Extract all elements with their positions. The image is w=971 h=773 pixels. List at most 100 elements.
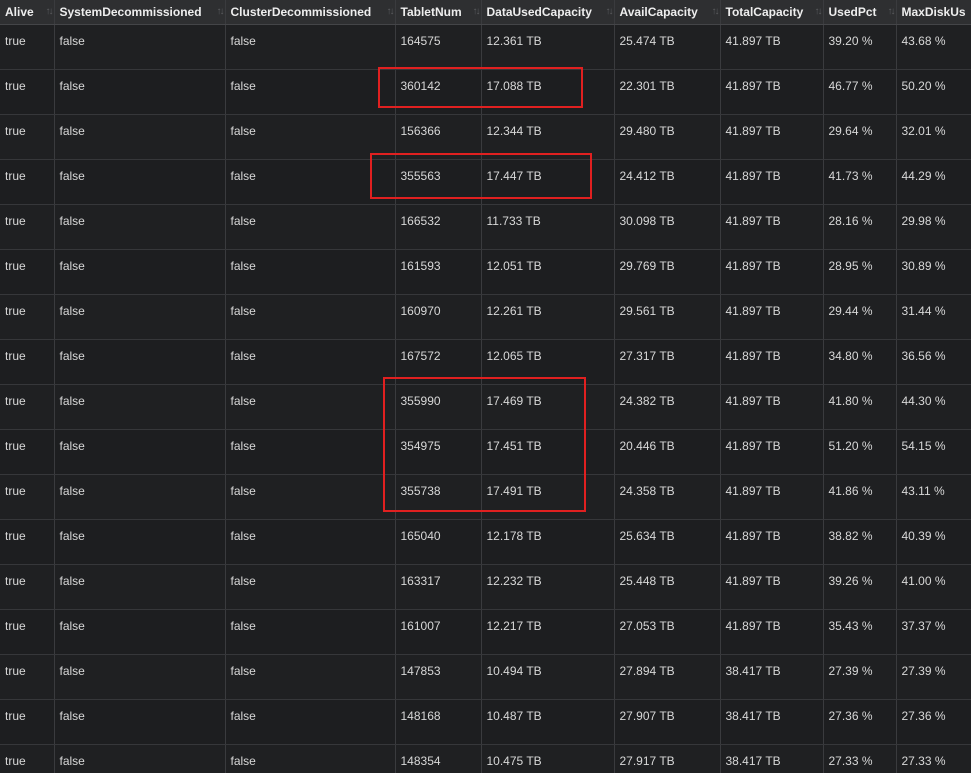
- data-used-capacity-cell: 17.469 TB: [481, 384, 615, 430]
- data-used-capacity-cell: 12.261 TB: [481, 294, 615, 340]
- used-pct-cell: 35.43 %: [823, 609, 897, 655]
- table-row[interactable]: true false false 148168 10.487 TB 27.907 TB 38…: [0, 699, 971, 745]
- tablet-num-cell: 165040: [395, 519, 482, 565]
- used-pct-cell: 46.77 %: [823, 69, 897, 115]
- column-header-used-pct[interactable]: UsedPct ↑↓: [823, 0, 897, 25]
- max-disk-used-cell: 27.33 %: [896, 744, 971, 773]
- alive-cell: true: [0, 159, 55, 205]
- table-row[interactable]: true false false 166532 11.733 TB 30.098 TB 41…: [0, 204, 971, 250]
- column-label: Alive: [5, 5, 34, 19]
- total-capacity-cell: 38.417 TB: [720, 744, 824, 773]
- alive-cell: true: [0, 654, 55, 700]
- total-capacity-cell: 41.897 TB: [720, 519, 824, 565]
- alive-cell: true: [0, 609, 55, 655]
- column-header-avail-capacity[interactable]: AvailCapacity ↑↓: [614, 0, 721, 25]
- table-row[interactable]: true false false 147853 10.494 TB 27.894 TB 38…: [0, 654, 971, 700]
- cluster-decommissioned-cell: false: [225, 474, 396, 520]
- data-used-capacity-cell: 17.447 TB: [481, 159, 615, 205]
- table-row[interactable]: true false false 354975 17.451 TB 20.446 TB 41…: [0, 429, 971, 475]
- tablet-num-cell: 161593: [395, 249, 482, 295]
- table-row[interactable]: true false false 360142 17.088 TB 22.301 TB 41…: [0, 69, 971, 115]
- column-header-data-used-capacity[interactable]: DataUsedCapacity ↑↓: [481, 0, 615, 25]
- sort-arrows-icon[interactable]: ↑↓: [606, 6, 614, 17]
- alive-cell: true: [0, 384, 55, 430]
- used-pct-cell: 41.80 %: [823, 384, 897, 430]
- table-row[interactable]: true false false 160970 12.261 TB 29.561 TB 41…: [0, 294, 971, 340]
- alive-cell: true: [0, 519, 55, 565]
- sort-arrows-icon[interactable]: ↑↓: [473, 6, 481, 17]
- sort-arrows-icon[interactable]: ↑↓: [815, 6, 823, 17]
- cluster-decommissioned-cell: false: [225, 24, 396, 70]
- table-row[interactable]: true false false 355990 17.469 TB 24.382 TB 41…: [0, 384, 971, 430]
- table-row[interactable]: true false false 167572 12.065 TB 27.317 TB 41…: [0, 339, 971, 385]
- table-row[interactable]: true false false 161007 12.217 TB 27.053 TB 41…: [0, 609, 971, 655]
- column-header-max-disk-used[interactable]: MaxDiskUs: [896, 0, 971, 25]
- max-disk-used-cell: 54.15 %: [896, 429, 971, 475]
- table-row[interactable]: true false false 163317 12.232 TB 25.448 TB 41…: [0, 564, 971, 610]
- table-row[interactable]: true false false 161593 12.051 TB 29.769 TB 41…: [0, 249, 971, 295]
- cluster-decommissioned-cell: false: [225, 204, 396, 250]
- avail-capacity-cell: 29.480 TB: [614, 114, 721, 160]
- alive-cell: true: [0, 744, 55, 773]
- system-decommissioned-cell: false: [54, 744, 226, 773]
- table-row[interactable]: true false false 355563 17.447 TB 24.412 TB 41…: [0, 159, 971, 205]
- table-row[interactable]: true false false 165040 12.178 TB 25.634 TB 41…: [0, 519, 971, 565]
- avail-capacity-cell: 27.917 TB: [614, 744, 721, 773]
- max-disk-used-cell: 29.98 %: [896, 204, 971, 250]
- used-pct-cell: 34.80 %: [823, 339, 897, 385]
- system-decommissioned-cell: false: [54, 24, 226, 70]
- column-label: DataUsedCapacity: [486, 5, 592, 19]
- used-pct-cell: 29.44 %: [823, 294, 897, 340]
- tablet-num-cell: 354975: [395, 429, 482, 475]
- avail-capacity-cell: 25.634 TB: [614, 519, 721, 565]
- max-disk-used-cell: 27.36 %: [896, 699, 971, 745]
- avail-capacity-cell: 24.382 TB: [614, 384, 721, 430]
- max-disk-used-cell: 43.68 %: [896, 24, 971, 70]
- column-header-tablet-num[interactable]: TabletNum ↑↓: [395, 0, 482, 25]
- max-disk-used-cell: 44.29 %: [896, 159, 971, 205]
- used-pct-cell: 41.86 %: [823, 474, 897, 520]
- column-header-alive[interactable]: Alive ↑↓: [0, 0, 55, 25]
- max-disk-used-cell: 44.30 %: [896, 384, 971, 430]
- data-used-capacity-cell: 12.065 TB: [481, 339, 615, 385]
- total-capacity-cell: 41.897 TB: [720, 609, 824, 655]
- total-capacity-cell: 41.897 TB: [720, 564, 824, 610]
- column-label: TotalCapacity: [725, 5, 804, 19]
- total-capacity-cell: 41.897 TB: [720, 384, 824, 430]
- max-disk-used-cell: 40.39 %: [896, 519, 971, 565]
- column-label: TabletNum: [400, 5, 462, 19]
- used-pct-cell: 38.82 %: [823, 519, 897, 565]
- used-pct-cell: 39.20 %: [823, 24, 897, 70]
- data-used-capacity-cell: 12.217 TB: [481, 609, 615, 655]
- alive-cell: true: [0, 339, 55, 385]
- column-header-system-decommissioned[interactable]: SystemDecommissioned ↑↓: [54, 0, 226, 25]
- table-row[interactable]: true false false 355738 17.491 TB 24.358 TB 41…: [0, 474, 971, 520]
- sort-arrows-icon[interactable]: ↑↓: [888, 6, 896, 17]
- column-header-total-capacity[interactable]: TotalCapacity ↑↓: [720, 0, 824, 25]
- avail-capacity-cell: 27.053 TB: [614, 609, 721, 655]
- used-pct-cell: 41.73 %: [823, 159, 897, 205]
- total-capacity-cell: 41.897 TB: [720, 114, 824, 160]
- total-capacity-cell: 41.897 TB: [720, 24, 824, 70]
- tablet-num-cell: 156366: [395, 114, 482, 160]
- avail-capacity-cell: 29.561 TB: [614, 294, 721, 340]
- sort-arrows-icon[interactable]: ↑↓: [712, 6, 720, 17]
- tablet-num-cell: 148168: [395, 699, 482, 745]
- sort-arrows-icon[interactable]: ↑↓: [46, 6, 54, 17]
- column-label: MaxDiskUs: [901, 5, 966, 19]
- data-used-capacity-cell: 12.051 TB: [481, 249, 615, 295]
- column-header-cluster-decommissioned[interactable]: ClusterDecommissioned ↑↓: [225, 0, 396, 25]
- data-used-capacity-cell: 12.344 TB: [481, 114, 615, 160]
- table-row[interactable]: true false false 148354 10.475 TB 27.917 TB 38…: [0, 744, 971, 773]
- data-used-capacity-cell: 10.475 TB: [481, 744, 615, 773]
- table-row[interactable]: true false false 164575 12.361 TB 25.474 TB 41…: [0, 24, 971, 70]
- total-capacity-cell: 41.897 TB: [720, 204, 824, 250]
- avail-capacity-cell: 20.446 TB: [614, 429, 721, 475]
- table-row[interactable]: true false false 156366 12.344 TB 29.480 TB 41…: [0, 114, 971, 160]
- data-used-capacity-cell: 12.232 TB: [481, 564, 615, 610]
- system-decommissioned-cell: false: [54, 564, 226, 610]
- system-decommissioned-cell: false: [54, 384, 226, 430]
- alive-cell: true: [0, 114, 55, 160]
- sort-arrows-icon[interactable]: ↑↓: [387, 6, 395, 17]
- sort-arrows-icon[interactable]: ↑↓: [217, 6, 225, 17]
